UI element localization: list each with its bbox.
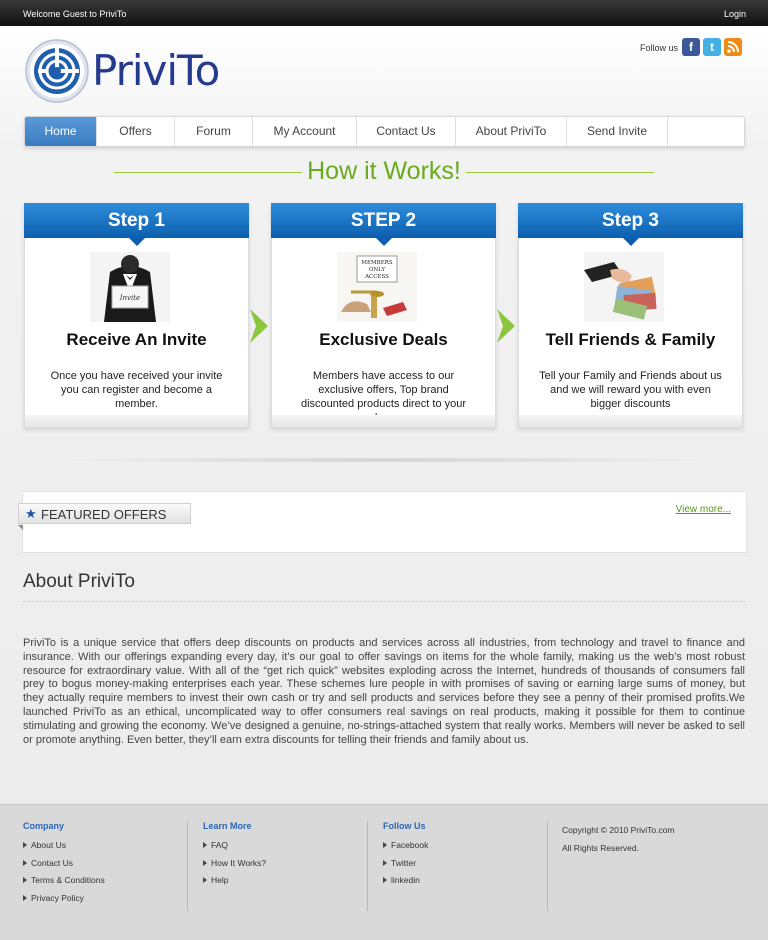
card-footer-strip bbox=[519, 415, 742, 427]
footer-col-title: Company bbox=[23, 821, 65, 831]
follow-label: Follow us bbox=[639, 43, 678, 53]
featured-offers-label: FEATURED OFFERS bbox=[41, 507, 167, 522]
step-header: Step 3 bbox=[518, 203, 743, 238]
step-header: Step 1 bbox=[24, 203, 249, 238]
step-card-2: STEP 2 MEMBERS ONLY ACCESS Exclusive Dea… bbox=[271, 203, 496, 428]
footer-learn-more: Learn More FAQ How It Works? Help bbox=[203, 821, 368, 911]
main-nav: Home Offers Forum My Account Contact Us … bbox=[24, 116, 745, 147]
copyright-text: Copyright © 2010 PriviTo.com bbox=[562, 825, 675, 835]
step-header-pointer bbox=[376, 238, 392, 246]
step-card-1: Step 1 Invite Receive An Invite Once you… bbox=[24, 203, 249, 428]
step-text: Once you have received your invite you c… bbox=[50, 370, 223, 410]
section-divider bbox=[40, 457, 730, 463]
step-header-pointer bbox=[623, 238, 639, 246]
card-footer-strip bbox=[25, 415, 248, 427]
brand-name: PriviTo bbox=[92, 46, 220, 95]
step-title: Receive An Invite bbox=[66, 330, 207, 349]
step-text: Tell your Family and Friends about us an… bbox=[539, 370, 722, 410]
copyright: Copyright © 2010 PriviTo.com All Rights … bbox=[562, 821, 675, 857]
cash-reward-image bbox=[584, 252, 664, 322]
step-header-pointer bbox=[129, 238, 145, 246]
footer-link-facebook[interactable]: Facebook bbox=[383, 840, 547, 858]
nav-my-account[interactable]: My Account bbox=[253, 117, 357, 146]
about-body: PriviTo is a unique service that offers … bbox=[23, 637, 745, 746]
rights-text: All Rights Reserved. bbox=[562, 843, 640, 853]
logo[interactable]: PriviTo bbox=[24, 38, 254, 106]
star-icon: ★ bbox=[25, 506, 37, 521]
step-card-3: Step 3 Tell Friends & Family Tell your F… bbox=[518, 203, 743, 428]
footer-col-title: Follow Us bbox=[383, 821, 426, 831]
svg-text:Invite: Invite bbox=[119, 294, 140, 302]
svg-text:MEMBERS: MEMBERS bbox=[361, 260, 392, 266]
nav-offers[interactable]: Offers bbox=[97, 117, 175, 146]
step-title: Tell Friends & Family bbox=[545, 330, 716, 349]
footer-link-faq[interactable]: FAQ bbox=[203, 840, 367, 858]
view-more-link[interactable]: View more... bbox=[676, 504, 731, 515]
welcome-text: Welcome Guest to PriviTo bbox=[23, 9, 127, 19]
nav-send-invite[interactable]: Send Invite bbox=[567, 117, 668, 146]
rss-icon[interactable] bbox=[724, 38, 742, 56]
nav-about[interactable]: About PriviTo bbox=[456, 117, 567, 146]
svg-text:ACCESS: ACCESS bbox=[364, 274, 389, 280]
footer-link-privacy[interactable]: Privacy Policy bbox=[23, 893, 187, 911]
facebook-icon[interactable]: f bbox=[682, 38, 700, 56]
step-title: Exclusive Deals bbox=[319, 330, 448, 349]
footer: Company About Us Contact Us Terms & Cond… bbox=[0, 804, 768, 940]
footer-link-linkedin[interactable]: linkedin bbox=[383, 875, 547, 893]
card-footer-strip bbox=[272, 415, 495, 427]
butler-invite-image: Invite bbox=[90, 252, 170, 322]
footer-link-contact-us[interactable]: Contact Us bbox=[23, 858, 187, 876]
about-title: About PriviTo bbox=[23, 571, 135, 592]
nav-home[interactable]: Home bbox=[25, 117, 97, 146]
footer-link-help[interactable]: Help bbox=[203, 875, 367, 893]
footer-link-about-us[interactable]: About Us bbox=[23, 840, 187, 858]
footer-company: Company About Us Contact Us Terms & Cond… bbox=[23, 821, 188, 911]
footer-link-how-it-works[interactable]: How It Works? bbox=[203, 858, 367, 876]
nav-forum[interactable]: Forum bbox=[175, 117, 253, 146]
ribbon-fold bbox=[18, 525, 23, 530]
about-divider bbox=[23, 601, 745, 602]
featured-offers-panel: ★ FEATURED OFFERS View more... bbox=[18, 491, 747, 553]
footer-col-title: Learn More bbox=[203, 821, 252, 831]
chevron-right-icon bbox=[250, 309, 268, 343]
footer-follow-us: Follow Us Facebook Twitter linkedin bbox=[383, 821, 548, 911]
chevron-right-icon bbox=[497, 309, 515, 343]
how-it-works-title: How it Works! bbox=[307, 157, 461, 185]
members-only-image: MEMBERS ONLY ACCESS bbox=[337, 252, 417, 322]
step-header: STEP 2 bbox=[271, 203, 496, 238]
svg-text:ONLY: ONLY bbox=[369, 267, 386, 273]
how-it-works-heading: How it Works! bbox=[24, 156, 744, 188]
footer-link-twitter[interactable]: Twitter bbox=[383, 858, 547, 876]
footer-link-terms[interactable]: Terms & Conditions bbox=[23, 875, 187, 893]
top-bar: Welcome Guest to PriviTo Login bbox=[0, 0, 768, 26]
twitter-icon[interactable]: t bbox=[703, 38, 721, 56]
login-link[interactable]: Login bbox=[724, 9, 746, 19]
nav-contact-us[interactable]: Contact Us bbox=[357, 117, 456, 146]
featured-offers-tab: ★ FEATURED OFFERS bbox=[18, 503, 191, 524]
logo-mark-icon bbox=[25, 39, 89, 103]
